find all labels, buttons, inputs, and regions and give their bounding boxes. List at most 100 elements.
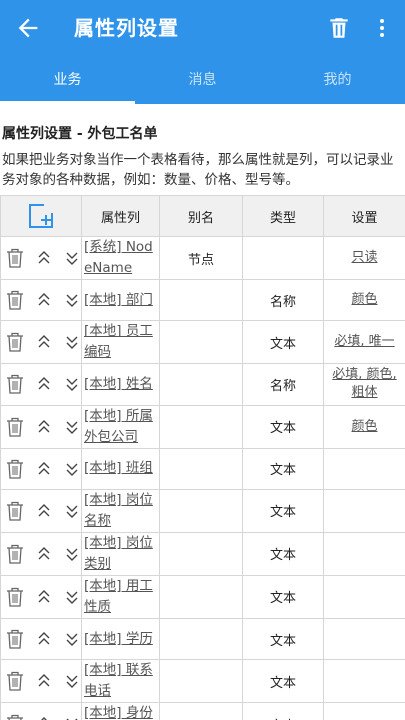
chevron-up-icon[interactable] [35,289,53,311]
settings-cell: 只读 [323,236,405,280]
chevron-up-icon[interactable] [35,458,53,480]
trash-icon[interactable] [5,289,25,311]
table-row: [本地] 岗位名称 文本 [0,488,405,533]
trash-icon[interactable] [5,713,25,720]
add-column-cell [0,195,82,237]
chevron-up-icon[interactable] [35,586,53,608]
attribute-name-link[interactable]: [本地] 岗位类别 [84,535,153,572]
alias-cell [159,488,243,533]
attribute-name-link[interactable]: [本地] 联系电话 [84,662,153,699]
attribute-name-cell: [本地] 用工性质 [81,574,160,619]
chevron-up-icon[interactable] [35,416,53,438]
chevron-up-icon[interactable] [35,713,53,720]
chevron-down-icon[interactable] [63,373,81,395]
trash-icon[interactable] [5,247,25,269]
chevron-up-icon[interactable] [35,373,53,395]
chevron-up-icon[interactable] [35,500,53,522]
tab-messages-label: 消息 [188,72,217,88]
chevron-up-icon[interactable] [35,543,53,565]
row-actions [0,320,82,365]
chevron-down-icon[interactable] [63,416,81,438]
attribute-name-link[interactable]: [本地] 所属外包公司 [84,408,153,445]
page-title: 属性列设置 [74,16,179,40]
attribute-name-link[interactable]: [本地] 班组 [84,460,153,476]
type-cell [242,236,324,280]
tab-mine[interactable]: 我的 [270,56,405,104]
attribute-name-link[interactable]: [系统] NodeName [84,239,153,276]
settings-link[interactable]: 颜色 [351,292,377,307]
table-header-row: 属性列 别名 类型 设置 [0,195,405,237]
table-row: [本地] 员工编码 文本 必填, 唯一 [0,320,405,365]
tab-bar: 业务 消息 我的 [0,56,405,104]
chevron-up-icon[interactable] [35,628,53,650]
trash-icon[interactable] [5,670,25,692]
chevron-up-icon[interactable] [35,247,53,269]
table-row: [本地] 班组 文本 [0,447,405,490]
settings-cell [323,617,405,661]
type-cell: 文本 [242,531,324,576]
settings-cell: 必填, 唯一 [323,320,405,365]
tab-business[interactable]: 业务 [0,56,135,104]
type-cell: 文本 [242,320,324,365]
attribute-name-link[interactable]: [本地] 姓名 [84,376,153,392]
row-actions [0,617,82,661]
settings-link[interactable]: 必填, 唯一 [334,334,394,349]
chevron-up-icon[interactable] [35,331,53,353]
trash-icon[interactable] [5,543,25,565]
alias-cell [159,447,243,490]
attribute-name-link[interactable]: [本地] 身份证号 [84,705,153,720]
chevron-down-icon[interactable] [63,289,81,311]
chevron-down-icon[interactable] [63,586,81,608]
chevron-down-icon[interactable] [63,543,81,565]
attribute-name-link[interactable]: [本地] 岗位名称 [84,492,153,529]
section-description: 如果把业务对象当作一个表格看待，那么属性就是列，可以记录业务对象的各种数据，例如… [2,152,394,188]
trash-icon[interactable] [5,458,25,480]
attribute-name-link[interactable]: [本地] 员工编码 [84,323,153,360]
settings-cell: 颜色 [323,278,405,322]
trash-icon[interactable] [5,628,25,650]
attribute-name-link[interactable]: [本地] 用工性质 [84,578,153,615]
header-attribute: 属性列 [81,195,160,237]
type-cell: 文本 [242,574,324,619]
chevron-down-icon[interactable] [63,713,81,720]
settings-cell [323,702,405,720]
attribute-name-cell: [本地] 部门 [81,278,160,322]
table-row: [本地] 岗位类别 文本 [0,531,405,576]
attribute-name-cell: [本地] 姓名 [81,363,160,406]
more-vert-icon[interactable] [370,14,394,42]
trash-icon[interactable] [5,500,25,522]
settings-cell [323,488,405,533]
tab-messages[interactable]: 消息 [135,56,270,104]
add-column-icon[interactable] [28,203,54,229]
settings-link[interactable]: 必填, 颜色, 粗体 [332,367,396,400]
tab-indicator [0,101,135,104]
chevron-up-icon[interactable] [35,670,53,692]
header-type: 类型 [242,195,324,237]
chevron-down-icon[interactable] [63,670,81,692]
row-actions [0,659,82,704]
trash-icon[interactable] [326,14,352,42]
chevron-down-icon[interactable] [63,247,81,269]
settings-link[interactable]: 颜色 [351,419,377,434]
settings-cell [323,531,405,576]
chevron-down-icon[interactable] [63,500,81,522]
trash-icon[interactable] [5,331,25,353]
attribute-name-cell: [本地] 学历 [81,617,160,661]
settings-link[interactable]: 只读 [351,250,377,265]
attribute-name-cell: [本地] 岗位名称 [81,488,160,533]
trash-icon[interactable] [5,586,25,608]
arrow-left-icon[interactable] [14,14,42,42]
attribute-name-link[interactable]: [本地] 学历 [84,631,153,647]
chevron-down-icon[interactable] [63,331,81,353]
alias-cell [159,702,243,720]
alias-cell [159,363,243,406]
attribute-table: 属性列 别名 类型 设置 [系统] NodeName 节点 只读 [本地] 部门… [0,195,405,720]
chevron-down-icon[interactable] [63,458,81,480]
attribute-name-cell: [本地] 联系电话 [81,659,160,704]
attribute-name-link[interactable]: [本地] 部门 [84,292,153,308]
row-actions [0,702,82,720]
trash-icon[interactable] [5,416,25,438]
chevron-down-icon[interactable] [63,628,81,650]
trash-icon[interactable] [5,373,25,395]
type-cell: 文本 [242,488,324,533]
